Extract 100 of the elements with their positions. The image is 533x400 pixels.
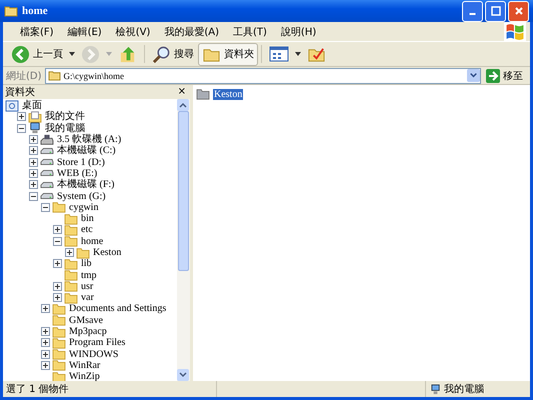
menu-item[interactable]: 說明(H)	[274, 24, 324, 38]
maximize-icon	[490, 6, 500, 16]
tree-item[interactable]: WinRar	[69, 360, 100, 371]
expand-toggle[interactable]	[53, 225, 62, 234]
folder-icon	[4, 5, 18, 17]
folder-icon	[52, 336, 66, 349]
expand-toggle[interactable]	[41, 327, 50, 336]
expand-toggle[interactable]	[41, 350, 50, 359]
expand-toggle[interactable]	[29, 146, 38, 156]
scroll-down-icon[interactable]	[177, 369, 189, 381]
folder-icon	[64, 269, 78, 282]
folder-icon	[52, 348, 66, 360]
expand-toggle[interactable]	[29, 168, 38, 178]
menu-item[interactable]: 編輯(E)	[60, 24, 109, 38]
expand-toggle[interactable]	[29, 158, 38, 167]
computer-icon	[430, 384, 441, 394]
window-title: home	[22, 5, 48, 17]
folder-icon	[52, 201, 66, 214]
minimize-button[interactable]	[462, 0, 483, 22]
expand-toggle[interactable]	[17, 112, 26, 122]
tree-item[interactable]: lib	[81, 258, 92, 270]
tree-item[interactable]: 桌面	[22, 100, 42, 112]
tree-item[interactable]: var	[81, 292, 94, 304]
folders-pane-title: 資料夾	[5, 86, 35, 99]
caret-icon[interactable]	[69, 52, 75, 56]
tree-item[interactable]: Keston	[93, 247, 122, 258]
folder-icon	[64, 280, 78, 292]
menu-item[interactable]: 檔案(F)	[13, 24, 61, 38]
go-arrow-icon	[486, 68, 500, 82]
back-button[interactable]: 上一頁	[7, 42, 67, 66]
tree-item[interactable]: 我的電腦	[45, 122, 85, 134]
folder-icon	[48, 70, 61, 81]
tree-item[interactable]: etc	[81, 224, 93, 236]
expand-toggle[interactable]	[41, 304, 50, 314]
menu-item[interactable]: 工具(T)	[226, 24, 274, 38]
scroll-up-icon[interactable]	[177, 99, 189, 111]
expand-toggle[interactable]	[41, 338, 50, 348]
folder-icon	[64, 212, 78, 225]
tree-item[interactable]: home	[81, 236, 104, 247]
tree-item[interactable]: Program Files	[69, 337, 126, 348]
expand-toggle[interactable]	[53, 282, 62, 291]
documents-folder-icon	[28, 110, 42, 123]
tree-item[interactable]: System (G:)	[57, 190, 106, 202]
close-icon	[514, 6, 524, 16]
status-zone: 我的電腦	[444, 382, 484, 396]
expand-toggle[interactable]	[53, 259, 62, 268]
tree-item[interactable]: Mp3pacp	[69, 326, 107, 338]
scrollbar[interactable]	[177, 99, 190, 381]
caret-icon[interactable]	[295, 52, 301, 56]
address-label: 網址(D)	[6, 70, 42, 82]
maximize-button[interactable]	[485, 0, 506, 22]
tree-item[interactable]: bin	[81, 213, 94, 224]
menu-item[interactable]: 檢視(V)	[108, 24, 158, 38]
go-button[interactable]: 移至	[484, 68, 527, 82]
expand-toggle[interactable]	[41, 360, 50, 370]
folder-icon	[64, 292, 78, 304]
tree-item[interactable]: 本機磁碟 (C:)	[57, 145, 116, 156]
minimize-icon	[469, 13, 476, 15]
close-button[interactable]	[508, 0, 529, 22]
floppy-drive-icon	[40, 134, 54, 146]
computer-icon	[28, 122, 42, 134]
tree-item[interactable]: GMsave	[69, 314, 103, 326]
expand-toggle[interactable]	[29, 180, 38, 190]
close-pane-button[interactable]: ×	[176, 86, 188, 98]
folder-icon	[52, 326, 66, 338]
tree-item[interactable]: tmp	[81, 270, 97, 281]
tree-item[interactable]: Documents and Settings	[69, 303, 166, 314]
expand-toggle[interactable]	[53, 236, 62, 246]
tree-item[interactable]: Store 1 (D:)	[57, 156, 105, 168]
expand-toggle[interactable]	[29, 135, 38, 144]
tree-item[interactable]: cygwin	[69, 202, 98, 213]
tree-item[interactable]: usr	[81, 280, 94, 292]
expand-toggle[interactable]	[65, 248, 74, 257]
up-arrow-icon	[118, 44, 137, 64]
tree-item[interactable]: 3.5 軟碟機 (A:)	[57, 134, 122, 146]
menu-item[interactable]: 我的最愛(A)	[157, 24, 226, 38]
folders-button[interactable]: 資料夾	[198, 42, 258, 66]
expand-toggle[interactable]	[41, 202, 50, 212]
dropdown-icon[interactable]	[467, 69, 480, 82]
expand-toggle[interactable]	[29, 192, 38, 201]
search-button[interactable]: 搜尋	[148, 42, 198, 66]
folder-icon	[76, 246, 90, 259]
file-item[interactable]: Keston	[213, 88, 244, 100]
folder-icon	[64, 224, 78, 236]
expand-toggle[interactable]	[17, 124, 26, 133]
folder-icon	[52, 314, 66, 326]
address-field[interactable]: G:\cygwin\home	[44, 68, 481, 84]
tree-item[interactable]: 本機磁碟 (F:)	[57, 179, 114, 190]
expand-toggle[interactable]	[53, 293, 62, 302]
folder-icon	[64, 258, 78, 270]
tree-item[interactable]: 我的文件	[45, 111, 85, 122]
desktop-icon	[5, 100, 19, 112]
tree-item[interactable]: WINDOWS	[69, 348, 118, 360]
folder-icon	[52, 359, 66, 372]
scroll-thumb[interactable]	[178, 111, 189, 271]
folder-icon	[52, 303, 66, 315]
folder-icon	[196, 88, 210, 100]
search-icon	[152, 44, 171, 64]
tree-item[interactable]: WEB (E:)	[57, 168, 98, 179]
folder-icon	[64, 235, 78, 248]
